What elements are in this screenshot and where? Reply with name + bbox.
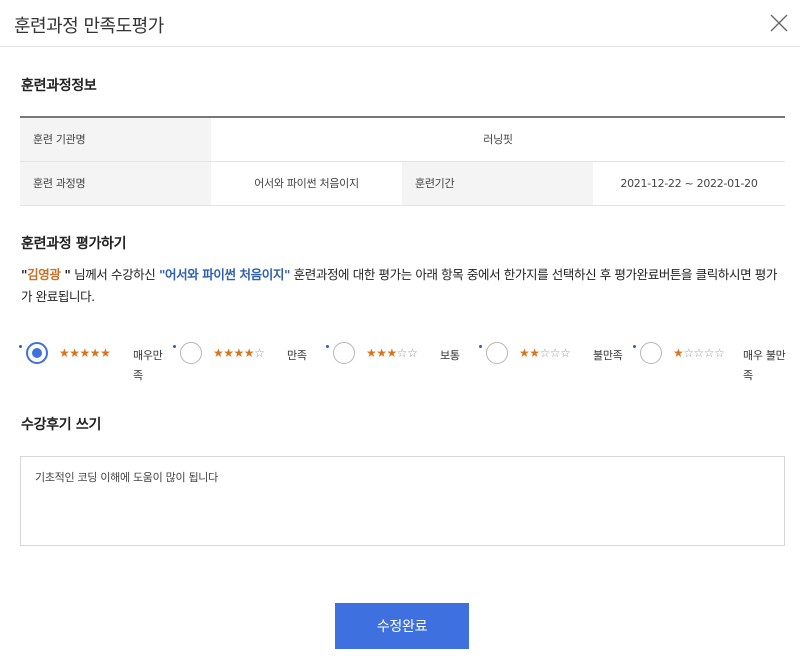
- description-text: 님께서 수강하신: [70, 267, 159, 282]
- bullet-icon: [633, 345, 636, 348]
- rating-option-satisfied[interactable]: ★★★★☆ 만족: [173, 341, 323, 387]
- radio-satisfied[interactable]: [180, 342, 202, 364]
- rating-label: 보통: [440, 349, 460, 362]
- table-row: 훈련 과정명 어서와 파이썬 처음이지 훈련기간 2021-12-22 ~ 20…: [20, 161, 785, 206]
- radio-very-satisfied[interactable]: [26, 342, 48, 364]
- review-textarea[interactable]: 기초적인 코딩 이해에 도움이 많이 됩니다: [20, 456, 785, 546]
- bullet-icon: [173, 345, 176, 348]
- institution-value: 러닝핏: [211, 117, 785, 162]
- user-name: 김영광: [27, 267, 61, 282]
- course-value: 어서와 파이썬 처음이지: [211, 161, 402, 206]
- period-value: 2021-12-22 ~ 2022-01-20: [593, 161, 785, 206]
- stars-5-icon: ★★★★★: [59, 346, 111, 360]
- rating-option-dissatisfied[interactable]: ★★☆☆☆ 불만족: [479, 341, 634, 387]
- radio-neutral[interactable]: [333, 342, 355, 364]
- table-row: 훈련 기관명 러닝핏: [20, 117, 785, 162]
- submit-button[interactable]: 수정완료: [335, 603, 469, 649]
- rating-option-very-satisfied[interactable]: ★★★★★ 매우만족: [19, 341, 169, 387]
- stars-2-icon: ★★☆☆☆: [519, 346, 571, 360]
- modal-header: 훈련과정 만족도평가: [0, 0, 800, 47]
- radio-very-dissatisfied[interactable]: [640, 342, 662, 364]
- rating-options: ★★★★★ 매우만족 ★★★★☆ 만족 ★★★☆☆ 보통 ★★☆☆☆ 불만족 ★…: [19, 341, 789, 391]
- stars-4-icon: ★★★★☆: [213, 346, 265, 360]
- bullet-icon: [479, 345, 482, 348]
- course-label: 훈련 과정명: [20, 161, 211, 206]
- evaluation-title: 훈련과정 평가하기: [21, 236, 127, 252]
- evaluation-description: "김영광 " 님께서 수강하신 "어서와 파이썬 처음이지" 훈련과정에 대한 …: [21, 264, 786, 308]
- course-info-table: 훈련 기관명 러닝핏 훈련 과정명 어서와 파이썬 처음이지 훈련기간 2021…: [20, 116, 785, 206]
- course-info-title: 훈련과정정보: [21, 78, 97, 94]
- radio-dissatisfied[interactable]: [486, 342, 508, 364]
- stars-1-icon: ★☆☆☆☆: [673, 346, 725, 360]
- institution-label: 훈련 기관명: [20, 117, 211, 162]
- bullet-icon: [326, 345, 329, 348]
- stars-3-icon: ★★★☆☆: [366, 346, 418, 360]
- rating-option-neutral[interactable]: ★★★☆☆ 보통: [326, 341, 476, 387]
- close-icon[interactable]: [768, 12, 790, 34]
- quote-mark: ": [60, 267, 71, 282]
- rating-label: 매우 불만족: [743, 349, 786, 382]
- modal-title: 훈련과정 만족도평가: [14, 16, 164, 37]
- bullet-icon: [19, 345, 22, 348]
- rating-label: 매우만족: [133, 349, 163, 382]
- review-title: 수강후기 쓰기: [21, 417, 102, 433]
- period-label: 훈련기간: [402, 161, 593, 206]
- rating-label: 만족: [287, 349, 307, 362]
- rating-option-very-dissatisfied[interactable]: ★☆☆☆☆ 매우 불만족: [633, 341, 786, 387]
- course-name-highlight: "어서와 파이썬 처음이지": [158, 267, 291, 282]
- rating-label: 불만족: [593, 349, 623, 362]
